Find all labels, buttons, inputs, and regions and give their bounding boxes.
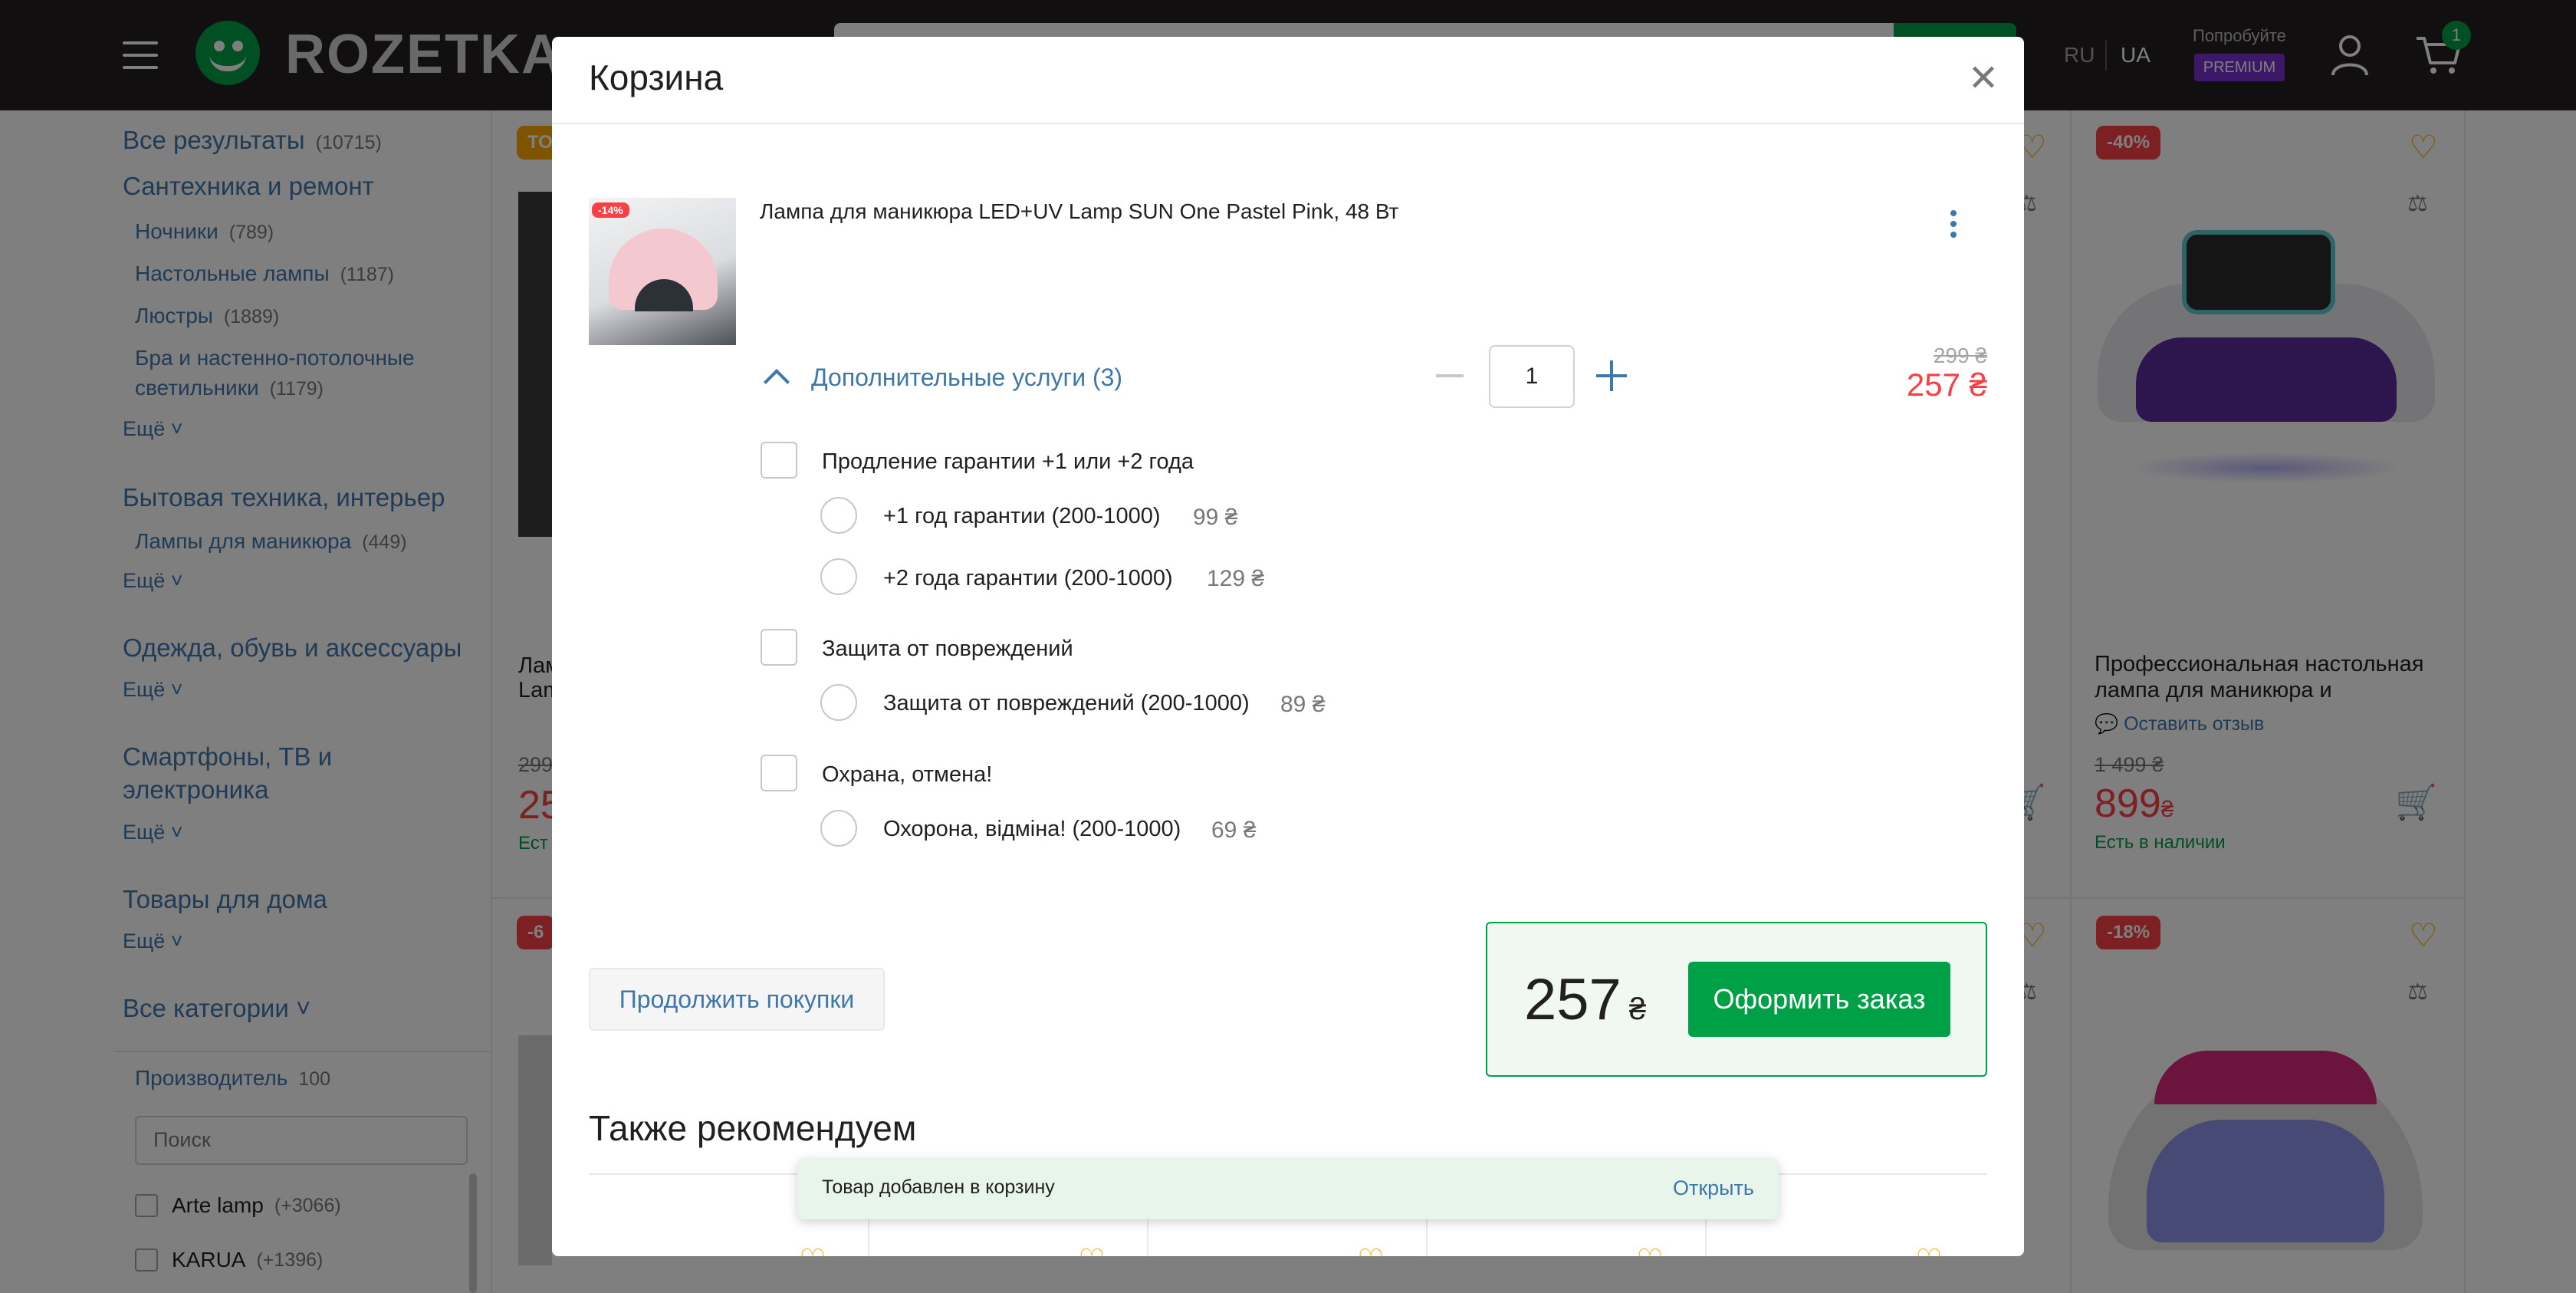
service-option-price: 69 ₴ xyxy=(1211,818,1257,843)
service-option-price: 89 ₴ xyxy=(1280,692,1326,717)
order-summary: 257 ₴ Оформить заказ xyxy=(1486,922,1987,1077)
quantity-decrease-button[interactable] xyxy=(1436,374,1464,377)
service-checkbox[interactable] xyxy=(761,755,797,791)
service-option-radio[interactable] xyxy=(820,497,857,534)
modal-title: Корзина xyxy=(589,58,724,97)
toast-open-link[interactable]: Открыть xyxy=(1673,1176,1754,1200)
service-label[interactable]: Защита от повреждений xyxy=(822,637,1073,662)
favorite-icon[interactable]: ♡ xyxy=(1357,1245,1385,1256)
recommendations-title: Также рекомендуем xyxy=(589,1108,917,1148)
service-checkbox[interactable] xyxy=(761,442,797,479)
order-total: 257 ₴ xyxy=(1524,967,1647,1032)
checkout-button[interactable]: Оформить заказ xyxy=(1688,962,1950,1037)
additional-services-toggle[interactable]: Дополнительные услуги (3) xyxy=(761,362,1122,393)
cart-item-title[interactable]: Лампа для маникюра LED+UV Lamp SUN One P… xyxy=(760,199,1398,224)
service-label[interactable]: Продление гарантии +1 или +2 года xyxy=(822,449,1194,475)
favorite-icon[interactable]: ♡ xyxy=(1915,1245,1943,1256)
close-icon[interactable]: ✕ xyxy=(1964,60,2003,98)
cart-item-price: 257 ₴ xyxy=(1906,367,1987,403)
cart-modal: Корзина ✕ -14% Лампа для маникюра LED+UV… xyxy=(552,37,2024,1256)
favorite-icon[interactable]: ♡ xyxy=(1636,1245,1664,1256)
service-option-label[interactable]: Защита от повреждений (200-1000) xyxy=(883,691,1250,716)
quantity-increase-button[interactable] xyxy=(1596,360,1627,391)
additional-services-label: Дополнительные услуги (3) xyxy=(811,363,1123,391)
service-option-radio[interactable] xyxy=(820,810,857,847)
modal-header: Корзина ✕ xyxy=(552,37,2024,124)
continue-shopping-button[interactable]: Продолжить покупки xyxy=(589,968,885,1031)
service-option-price: 99 ₴ xyxy=(1193,505,1238,530)
added-to-cart-toast: Товар добавлен в корзину Открыть xyxy=(797,1158,1779,1219)
toast-message: Товар добавлен в корзину xyxy=(822,1176,1055,1198)
service-option-label[interactable]: Охорона, відміна! (200-1000) xyxy=(883,817,1181,842)
service-option-radio[interactable] xyxy=(820,684,857,721)
cart-item-discount-badge: -14% xyxy=(592,202,629,218)
service-option-radio[interactable] xyxy=(820,558,857,595)
favorite-icon[interactable]: ♡ xyxy=(1078,1245,1106,1256)
more-options-icon[interactable] xyxy=(1949,210,1958,241)
service-option-label[interactable]: +2 года гарантии (200-1000) xyxy=(883,566,1173,591)
service-label[interactable]: Охрана, отмена! xyxy=(822,762,992,788)
chevron-up-icon xyxy=(761,362,791,393)
service-option-price: 129 ₴ xyxy=(1207,566,1265,591)
quantity-input[interactable]: 1 xyxy=(1489,345,1575,408)
service-checkbox[interactable] xyxy=(761,629,797,666)
cart-item-old-price: 299 ₴ xyxy=(1933,344,1987,367)
cart-item-image[interactable]: -14% xyxy=(589,198,736,345)
service-option-label[interactable]: +1 год гарантии (200-1000) xyxy=(883,504,1160,529)
favorite-icon[interactable]: ♡ xyxy=(799,1245,826,1256)
